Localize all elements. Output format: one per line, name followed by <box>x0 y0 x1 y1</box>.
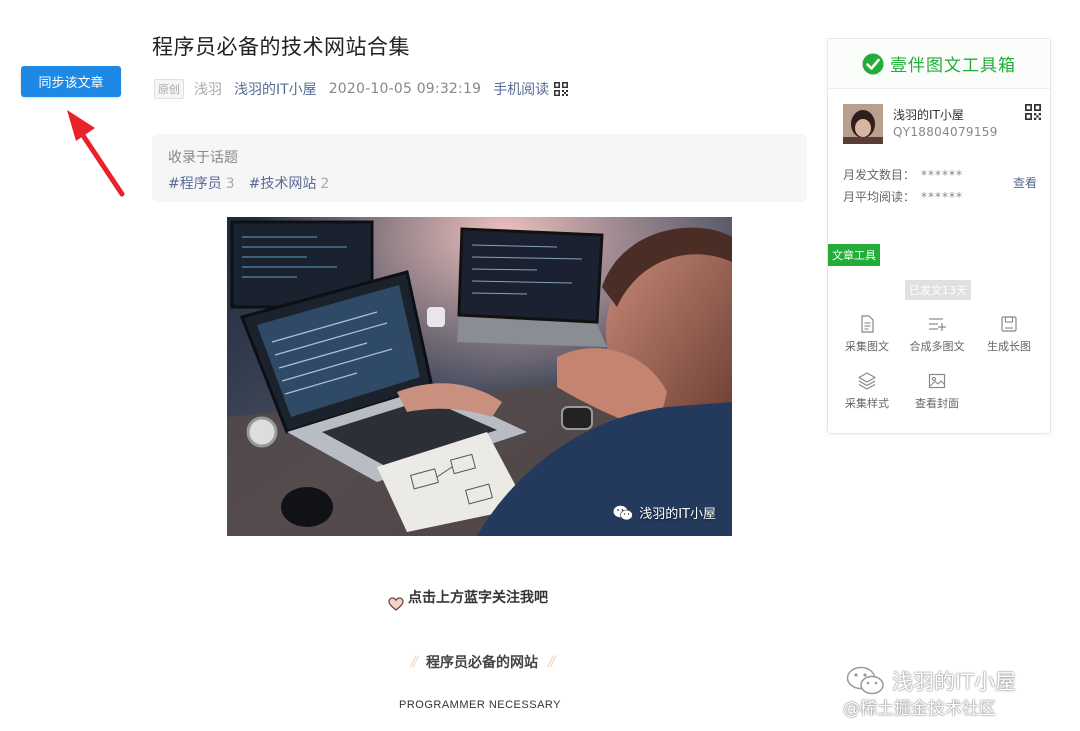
toolbox-brand: 壹伴图文工具箱 <box>890 56 1016 76</box>
account-card: 浅羽的IT小屋 QY18804079159 <box>843 104 1041 146</box>
mobile-read-link[interactable]: 手机阅读 <box>493 79 549 99</box>
tool-merge-articles[interactable]: 合成多图文 <box>902 314 972 354</box>
tool-view-cover[interactable]: 查看封面 <box>902 371 972 411</box>
document-icon <box>861 315 874 333</box>
stat-monthly-reads: 月平均阅读： ****** <box>843 190 964 204</box>
topic-heading: 收录于话题 <box>168 150 238 166</box>
article-title: 程序员必备的技术网站合集 <box>152 35 410 59</box>
check-logo-icon <box>862 53 884 74</box>
section-subtitle-en: PROGRAMMER NECESSARY <box>399 699 561 711</box>
account-name: 浅羽的IT小屋 <box>893 108 964 122</box>
author-name: 浅羽 <box>194 82 222 98</box>
publish-time: 2020-10-05 09:32:19 <box>328 81 482 97</box>
toolbox-panel: 壹伴图文工具箱 浅羽的IT小屋 QY18804079159 月发文数目： ****… <box>827 38 1051 434</box>
account-id: QY18804079159 <box>893 125 998 139</box>
avatar <box>843 104 883 144</box>
wechat-icon <box>846 666 884 695</box>
list-add-icon <box>929 318 946 331</box>
image-icon <box>928 373 946 389</box>
heart-icon <box>388 597 404 611</box>
decor-slash-left: // <box>410 654 419 670</box>
account-link[interactable]: 浅羽的IT小屋 <box>234 79 317 99</box>
original-badge: 原创 <box>154 79 184 99</box>
cover-watermark: 浅羽的IT小屋 <box>613 503 716 522</box>
topic-collection-box: 收录于话题 #程序员 3 #技术网站 2 <box>152 134 807 202</box>
red-arrow-annotation <box>67 110 125 197</box>
section-title: // 程序员必备的网站 // <box>410 654 556 671</box>
topic-tag-programmer[interactable]: #程序员 3 <box>168 173 235 193</box>
toolbox-header: 壹伴图文工具箱 <box>828 39 1050 89</box>
days-published-badge: 已发文13天 <box>905 280 971 300</box>
follow-prompt: 点击上方蓝字关注我吧 <box>388 583 548 611</box>
article-meta: 原创 浅羽 浅羽的IT小屋 2020-10-05 09:32:19 手机阅读 <box>154 79 569 99</box>
tool-long-image[interactable]: 生成长图 <box>974 314 1044 354</box>
tool-collect-article[interactable]: 采集图文 <box>832 314 902 354</box>
save-icon <box>1001 316 1017 332</box>
wechat-icon <box>613 505 634 520</box>
tool-collect-style[interactable]: 采集样式 <box>832 371 902 411</box>
stat-monthly-posts: 月发文数目： ****** <box>843 168 964 182</box>
decor-slash-right: // <box>548 654 556 670</box>
qr-code-icon[interactable] <box>1025 104 1041 120</box>
article-tools-tag: 文章工具 <box>828 244 880 266</box>
site-watermark: 浅羽的IT小屋 @稀土掘金技术社区 <box>843 666 1016 719</box>
view-stats-link[interactable]: 查看 <box>1013 174 1037 191</box>
account-stats: 月发文数目： ****** 月平均阅读： ****** <box>843 164 963 208</box>
sync-article-button[interactable]: 同步该文章 <box>21 66 121 97</box>
topic-tag-tech-sites[interactable]: #技术网站 2 <box>249 173 330 193</box>
qr-code-icon[interactable] <box>554 82 569 96</box>
layers-icon <box>858 372 876 390</box>
article-cover-image: 浅羽的IT小屋 <box>227 217 732 536</box>
